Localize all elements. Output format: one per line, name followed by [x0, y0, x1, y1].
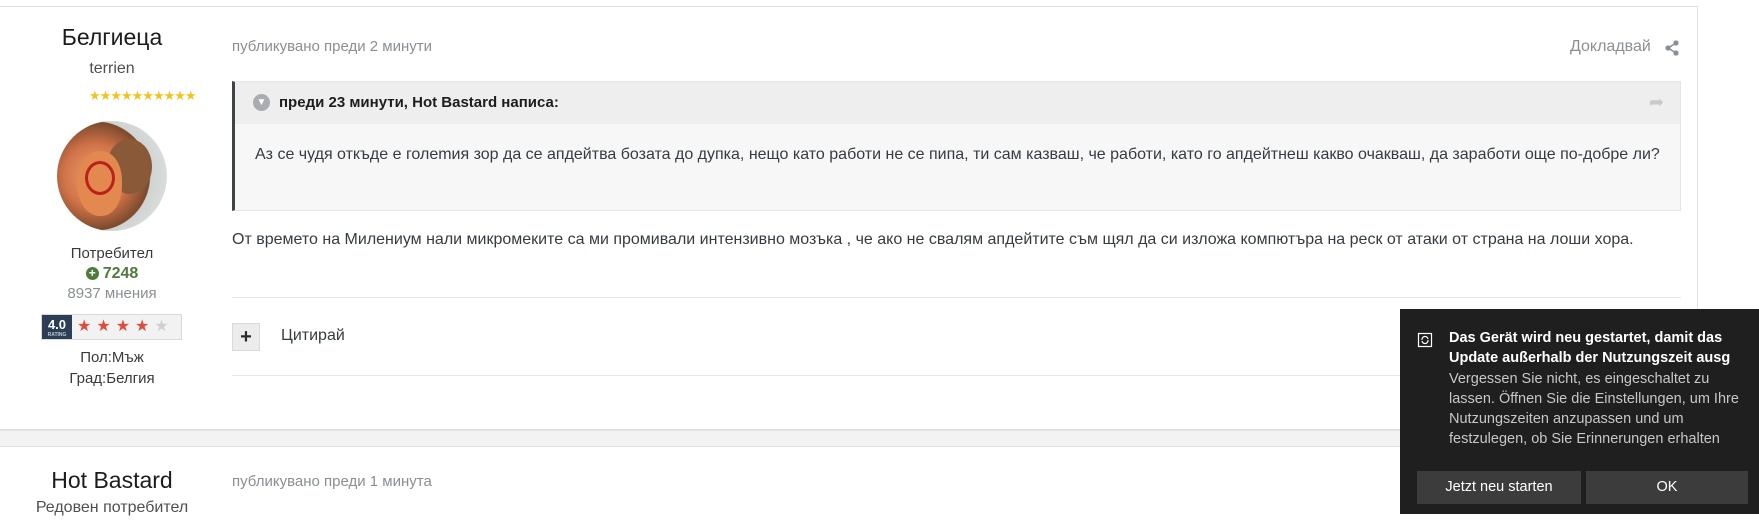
rating-widget: 4.0 RATING ★ ★ ★ ★ ★: [41, 314, 182, 340]
multiquote-button[interactable]: +: [232, 323, 260, 351]
member-group: Редовен потребител: [35, 499, 189, 516]
author-title: terrien: [89, 60, 135, 77]
toast-message: Vergessen Sie nicht, es eingeschaltet zu…: [1449, 371, 1739, 447]
gender-field: Пол:Мъж: [80, 349, 144, 366]
rank-star-icon: ★: [184, 88, 197, 103]
rating-stars: ★ ★ ★ ★ ★: [72, 315, 181, 339]
restart-now-button[interactable]: Jetzt neu starten: [1417, 471, 1581, 504]
divider: [232, 297, 1681, 298]
rank-star-icon: ★: [120, 88, 133, 103]
member-group: Потребител: [70, 245, 154, 262]
post-timestamp[interactable]: публикувано преди 2 минути: [232, 38, 432, 55]
quote-button[interactable]: Цитирай: [281, 327, 345, 345]
post-count: 8937 мнения: [67, 285, 157, 302]
avatar[interactable]: [57, 121, 167, 231]
author-name[interactable]: Белгиеца: [0, 24, 224, 51]
rank-star-icon: ★: [99, 88, 112, 103]
share-icon[interactable]: [1664, 40, 1680, 56]
post-content: От времето на Милениум нали микромеките …: [232, 231, 1634, 248]
rank-star-icon: ★: [174, 88, 186, 103]
rank-star-icon: ★: [152, 88, 165, 103]
quote-citation: преди 23 минути, Hot Bastard написа:: [279, 94, 559, 111]
quote-header[interactable]: ▼ преди 23 минути, Hot Bastard написа: ➦: [235, 82, 1680, 124]
quote-text: Аз се чудя откъде е голemия зор да се ап…: [255, 146, 1660, 163]
rating-star-icon: ★: [96, 318, 111, 335]
rank-stars: ★ ★ ★ ★ ★ ★ ★ ★ ★ ★: [89, 88, 197, 103]
rating-star-icon: ★: [115, 318, 131, 335]
city-field: Град:Белгия: [69, 370, 155, 387]
toast-title: Das Gerät wird neu gestartet, damit das …: [1449, 330, 1731, 366]
windows-update-toast: Das Gerät wird neu gestartet, damit das …: [1400, 309, 1759, 514]
rank-star-icon: ★: [89, 88, 101, 103]
reputation-badge[interactable]: +7248: [0, 265, 224, 283]
plus-circle-icon: +: [85, 267, 99, 280]
rating-score: 4.0 RATING: [42, 315, 72, 339]
update-icon: [1417, 332, 1433, 348]
ok-button[interactable]: OK: [1586, 471, 1748, 504]
chevron-down-icon[interactable]: ▼: [253, 94, 270, 111]
report-link[interactable]: Докладвай: [1570, 38, 1651, 56]
post-timestamp[interactable]: публикувано преди 1 минута: [232, 473, 432, 490]
rank-star-icon: ★: [142, 88, 154, 103]
rank-star-icon: ★: [131, 88, 144, 103]
rating-star-icon: ★: [77, 318, 92, 335]
go-to-quote-icon[interactable]: ➦: [1649, 92, 1664, 113]
rank-star-icon: ★: [110, 88, 122, 103]
reputation-value: 7248: [102, 265, 139, 282]
author-name[interactable]: Hot Bastard: [0, 467, 224, 494]
quote-block: ▼ преди 23 минути, Hot Bastard написа: ➦…: [232, 81, 1681, 211]
rating-star-icon: ★: [135, 318, 150, 335]
rank-star-icon: ★: [163, 88, 176, 103]
rating-star-icon: ★: [154, 318, 169, 335]
